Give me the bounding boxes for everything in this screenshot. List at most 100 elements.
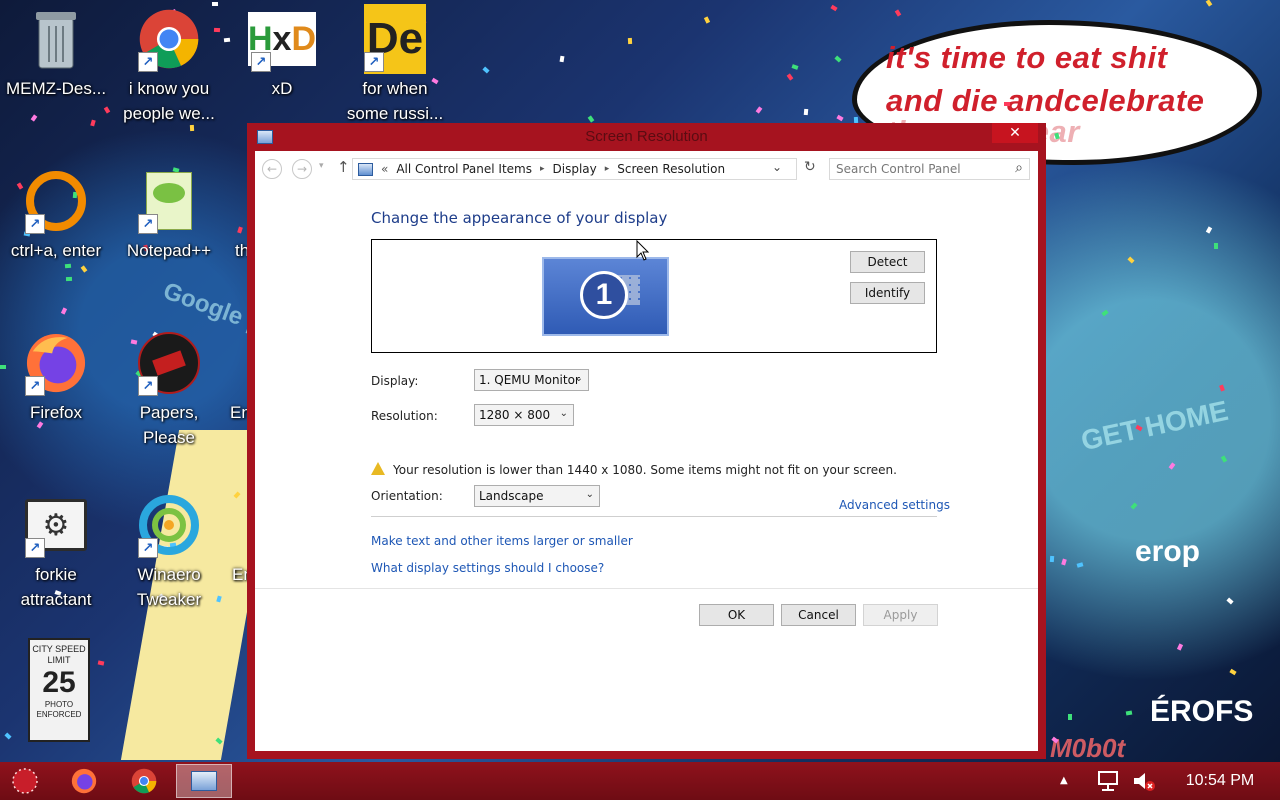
confetti-piece xyxy=(559,55,565,62)
forward-button[interactable]: → xyxy=(292,159,312,179)
forward-arrow-icon: → xyxy=(296,162,308,176)
display-label: Display: xyxy=(371,374,419,388)
network-icon[interactable] xyxy=(1096,770,1120,796)
shortcut-arrow-icon: ↗ xyxy=(138,214,158,234)
confetti-piece xyxy=(103,106,111,114)
monitor-1-tile[interactable]: 1 xyxy=(542,257,669,336)
confetti-piece xyxy=(212,2,219,7)
screen-resolution-window: Screen Resolution ✕ ← → ▾ ↑ « All Contro… xyxy=(247,123,1046,759)
firefox-icon xyxy=(71,768,97,794)
orientation-select[interactable]: Landscape ⌄ xyxy=(474,485,600,507)
confetti-piece xyxy=(1126,710,1133,716)
confetti-piece xyxy=(64,263,71,269)
orientation-select-value: Landscape xyxy=(479,489,544,503)
recent-locations-chevron-icon[interactable]: ▾ xyxy=(319,161,324,171)
desktop-icon-chrome-shortcut[interactable]: ↗ i know you people we... xyxy=(113,8,225,126)
speech-bubble-text: it's time to eat shit and die andcelebra… xyxy=(886,36,1266,149)
desktop-icon-winaero[interactable]: ↗ Winaero Tweaker xyxy=(113,494,225,612)
apply-button[interactable]: Apply xyxy=(863,604,938,626)
wallpaper-watermark: M0b0t xyxy=(1050,733,1126,763)
confetti-piece xyxy=(30,114,38,122)
desktop-icon-ctrl-a[interactable]: ↗ ctrl+a, enter xyxy=(0,170,112,263)
text-size-link[interactable]: Make text and other items larger or smal… xyxy=(371,534,633,548)
confetti-piece xyxy=(894,9,902,17)
speed-sign-bottom: PHOTO ENFORCED xyxy=(36,700,82,719)
desktop-icon-label: xD xyxy=(271,79,293,98)
cancel-button[interactable]: Cancel xyxy=(781,604,856,626)
taskbar-clock[interactable]: 10:54 PM xyxy=(1170,772,1270,790)
desktop-icon-label: forkie attractant xyxy=(20,565,92,609)
chevron-down-icon: ⌄ xyxy=(559,408,568,419)
show-hidden-icons-button[interactable]: ▲ xyxy=(1060,775,1068,786)
shortcut-arrow-icon: ↗ xyxy=(251,52,271,72)
breadcrumb-separator-icon[interactable]: ▸ xyxy=(605,164,610,174)
chrome-icon: ↗ xyxy=(138,8,200,72)
address-dropdown-icon[interactable]: ⌄ xyxy=(772,160,782,174)
search-icon[interactable]: ⌕ xyxy=(1015,160,1023,176)
taskbar-chrome[interactable] xyxy=(120,764,168,798)
desktop-icon-label: i know you people we... xyxy=(123,79,215,123)
confetti-piece xyxy=(1004,102,1010,107)
warning-icon xyxy=(371,462,385,475)
resolution-select[interactable]: 1280 × 800 ⌄ xyxy=(474,404,574,426)
refresh-button[interactable]: ↻ xyxy=(804,159,816,175)
display-help-link[interactable]: What display settings should I choose? xyxy=(371,561,604,575)
section-divider xyxy=(371,516,937,517)
search-placeholder: Search Control Panel xyxy=(836,162,961,176)
display-select-value: 1. QEMU Monitor xyxy=(479,373,580,387)
wallpaper-sign-erofs: ÉROFS xyxy=(1150,695,1254,728)
bubble-line-1: it's time to eat shit xyxy=(886,40,1168,75)
speed-sign-number: 25 xyxy=(42,666,76,699)
confetti-piece xyxy=(1218,384,1225,392)
desktop-icon-label: Firefox xyxy=(30,403,82,422)
desktop-icon-hxd[interactable]: HxD ↗ xD xyxy=(226,8,338,101)
confetti-piece xyxy=(830,4,838,12)
detect-button[interactable]: Detect xyxy=(850,251,925,273)
window-titlebar[interactable]: Screen Resolution ✕ xyxy=(247,123,1046,151)
recycle-bin-icon xyxy=(25,8,87,70)
search-input[interactable]: Search Control Panel ⌕ xyxy=(829,158,1030,180)
volume-muted-icon[interactable] xyxy=(1132,770,1156,796)
confetti-piece xyxy=(1130,502,1138,510)
display-select[interactable]: 1. QEMU Monitor ⌄ xyxy=(474,369,589,391)
advanced-settings-link[interactable]: Advanced settings xyxy=(839,498,950,512)
desktop-icon-label: Winaero Tweaker xyxy=(136,565,202,609)
taskbar-screen-resolution[interactable] xyxy=(176,764,232,798)
orientation-label: Orientation: xyxy=(371,489,443,503)
monitor-arrangement-area[interactable]: 1 Detect Identify xyxy=(371,239,937,353)
taskbar-firefox[interactable] xyxy=(60,764,108,798)
shortcut-arrow-icon: ↗ xyxy=(25,376,45,396)
confetti-piece xyxy=(804,108,809,115)
confetti-piece xyxy=(65,276,72,281)
breadcrumb[interactable]: « All Control Panel Items ▸ Display ▸ Sc… xyxy=(352,158,797,180)
confetti-piece xyxy=(1205,226,1212,234)
up-button[interactable]: ↑ xyxy=(337,158,350,176)
confetti-piece xyxy=(1076,562,1084,569)
window-title: Screen Resolution xyxy=(585,128,708,145)
desktop-icon-firefox[interactable]: ↗ Firefox xyxy=(0,332,112,425)
breadcrumb-separator-icon[interactable]: ▸ xyxy=(540,164,545,174)
desktop-icon-forkie[interactable]: ⚙ ↗ forkie attractant xyxy=(0,494,112,612)
confetti-piece xyxy=(1101,309,1109,317)
desktop-icon-notepadpp[interactable]: ↗ Notepad++ xyxy=(113,170,225,263)
breadcrumb-item-display[interactable]: Display xyxy=(553,162,597,176)
start-button[interactable] xyxy=(2,764,48,798)
winaero-icon: ↗ xyxy=(138,494,200,558)
back-button[interactable]: ← xyxy=(262,159,282,179)
back-arrow-icon: ← xyxy=(266,162,278,176)
identify-button[interactable]: Identify xyxy=(850,282,925,304)
desktop-icon-papers-please[interactable]: ↗ Papers, Please xyxy=(113,332,225,450)
confetti-piece xyxy=(4,732,12,740)
confetti-piece xyxy=(97,660,105,666)
confetti-piece xyxy=(1221,455,1228,463)
confetti-piece xyxy=(834,55,842,63)
breadcrumb-item-screen-resolution[interactable]: Screen Resolution xyxy=(617,162,725,176)
shortcut-arrow-icon: ↗ xyxy=(138,538,158,558)
breadcrumb-item-all-control-panel[interactable]: All Control Panel Items xyxy=(396,162,532,176)
confetti-piece xyxy=(1068,714,1073,721)
confetti-piece xyxy=(786,72,794,81)
desktop-icon-memz[interactable]: MEMZ-Des... xyxy=(0,8,112,101)
close-button[interactable]: ✕ xyxy=(992,123,1038,143)
ok-button[interactable]: OK xyxy=(699,604,774,626)
desktop-icon-de[interactable]: De ↗ for when some russi... xyxy=(339,4,451,126)
